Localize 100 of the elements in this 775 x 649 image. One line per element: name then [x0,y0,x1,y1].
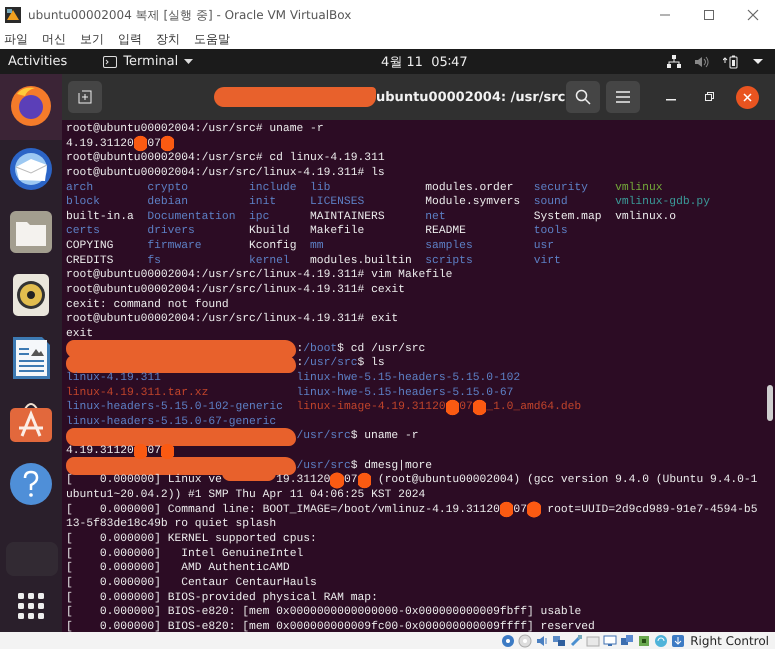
terminal-text: root@ubuntu00002004:/usr/src/linux-4.19.311# vim Makefile [66,268,452,284]
directory-name: samples [425,239,473,254]
restore-icon[interactable] [705,92,714,101]
directory-name: lib [310,180,330,196]
terminal-text: root=UUID=2d9cd989-91e7-4594-b5 [546,502,758,518]
directory-name: drivers [147,224,195,240]
directory-name: linux-headers-5.15.0-67-generic [66,414,276,430]
terminal-text: root@ubuntu00002004:/usr/src# cd linux-4.19.311 [66,151,385,166]
help-icon[interactable] [9,462,53,506]
terminal-text: [ 0.000000] AMD AuthenticAMD [66,561,290,576]
file-name: _1.0_amd64.deb [486,400,582,415]
host-key-label: Right Control [690,634,769,648]
window-title: ubuntu00002004: /usr/src [376,90,566,104]
mail-icon[interactable] [9,147,53,191]
menu-button[interactable] [606,81,640,113]
file-name: modules.builtin [310,254,412,268]
directory-name: include [249,180,296,196]
firefox-icon[interactable] [9,84,53,128]
file-name: vmlinux.o [615,210,676,224]
terminal-text: root@ubuntu00002004:/usr/src/linux-4.19.311# ls [66,166,385,181]
menu-item[interactable]: 도움말 [192,31,239,48]
terminal-text: cexit: command not found [66,298,229,312]
new-tab-button[interactable] [68,81,102,113]
directory-name: net [425,210,446,224]
directory-name: sound [534,195,568,210]
download-icon[interactable] [671,634,686,648]
app-grid-icon[interactable] [18,593,44,619]
directory-name: tools [534,224,568,240]
windows-icon[interactable] [620,634,634,648]
battery-icon[interactable] [723,54,739,68]
directory-name: debian [147,195,188,210]
clock[interactable]: 4월 11 05∶47 [381,52,468,70]
directory-name: firmware [147,239,202,254]
directory-name: block [66,195,100,210]
close-icon [743,92,752,102]
terminal-text: 07 [344,473,358,488]
terminal-text: 07 [147,136,161,152]
file-name: COPYING [66,239,114,254]
display-icon[interactable] [603,634,618,648]
add-tab-icon [78,90,92,104]
network-icon[interactable] [667,55,681,68]
file-name: vmlinux [615,180,663,196]
search-icon [575,89,591,105]
terminal-text: /usr/src$ uname -r [296,429,419,444]
terminal-text: :/usr/src$ ls [296,356,385,371]
directory-name: virt [534,254,561,268]
file-name: Kbuild [249,224,290,240]
minimize-icon[interactable] [666,99,676,101]
menu-item[interactable]: 머신 [40,31,75,48]
search-button[interactable] [566,81,600,113]
menu-item[interactable]: 장치 [154,31,189,48]
terminal-text: [ 0.000000] BIOS-provided physical RAM map: [66,590,378,606]
scrollbar-thumb[interactable] [767,385,773,421]
close-button[interactable] [736,86,759,108]
directory-name: linux-headers-5.15.0-102-generic [66,400,283,415]
menu-item[interactable]: 입력 [116,31,151,48]
speaker-muted-icon[interactable] [695,56,709,68]
activities-button[interactable]: Activities [8,54,68,69]
directory-name: certs [66,224,100,240]
terminal-text: /usr/src$ dmesg|more [296,458,432,474]
menu-item[interactable]: 파일 [2,31,37,48]
directory-name: kernel [249,254,290,268]
directory-name: linux-4.19.311 [66,370,161,386]
close-icon[interactable] [747,9,759,21]
folder-icon[interactable] [9,210,53,254]
file-name: CREDITS [66,254,114,268]
terminal-text: ubuntu1~20.04.2)) #1 SMP Thu Apr 11 04:06:25 KST 2024 [66,488,426,503]
file-name: linux-4.19.311.tar.xz [66,386,208,400]
terminal-text: (root@ubuntu00002004) (gcc version 9.4.0 (Ubuntu 9.4.0-1 [376,473,758,488]
file-name: Kconfig [249,239,296,254]
maximize-icon[interactable] [703,9,715,21]
terminal-text: 07 [147,444,161,459]
file-name: modules.order [425,180,514,196]
terminal-text: [ 0.000000] Command line: BOOT_IMAGE=/boot/vmlinuz-4.19.31120 [66,502,500,518]
audio-icon[interactable] [535,634,550,648]
terminal-text: :/boot$ cd /usr/src [296,342,426,356]
disk-icon[interactable] [501,634,516,648]
directory-name: linux-hwe-5.15-headers-5.15.0-67 [296,386,514,400]
terminal-text: 07 [513,502,527,518]
directory-name: security [534,180,588,196]
terminal-text: 13-5f83de18c49b ro quiet splash [66,517,276,532]
terminal-text: root@ubuntu00002004:/usr/src/linux-4.19.311# cexit [66,283,405,298]
window-title: ubuntu00002004 복제 [실행 중] - Oracle VM VirtualBox [28,6,352,24]
caret-icon[interactable] [184,58,194,64]
terminal-text: 4.19.31120 [66,444,134,459]
file-name: MAINTAINERS [310,210,385,224]
terminal-text: 19.31120 [276,473,330,488]
directory-name: usr [534,239,554,254]
terminal-text: root@ubuntu00002004:/usr/src/linux-4.19.311# exit [66,312,398,327]
terminal-text: root@ubuntu00002004:/usr/src# uname -r [66,122,324,137]
terminal-icon [103,56,118,68]
app-icon [4,6,22,24]
app-menu-button[interactable]: Terminal [123,54,178,69]
caret-icon[interactable] [753,58,763,64]
terminal-text: [ 0.000000] Centaur CentaurHauls [66,576,317,591]
terminal-text: [ 0.000000] KERNEL supported cpus: [66,532,317,547]
directory-name: scripts [425,254,473,268]
directory-name: mm [310,239,324,254]
terminal-text: [ 0.000000] BIOS-e820: [mem 0x000000000009fc00-0x000000000009ffff] reserved [66,620,595,632]
menu-item[interactable]: 보기 [78,31,113,48]
